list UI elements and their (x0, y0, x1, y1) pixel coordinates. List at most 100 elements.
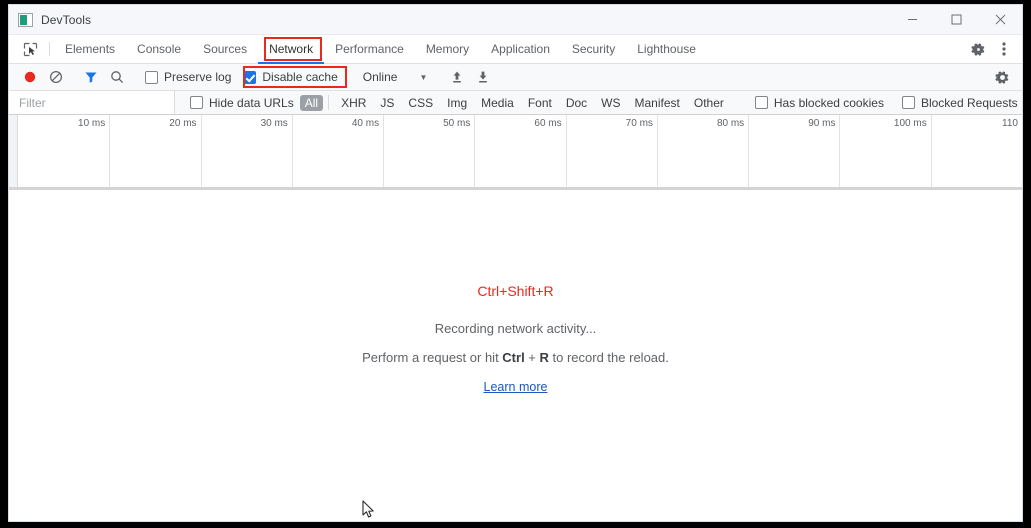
filter-divider (328, 95, 330, 110)
close-icon[interactable] (978, 5, 1022, 35)
tab-lighthouse[interactable]: Lighthouse (626, 35, 707, 63)
tab-console[interactable]: Console (126, 35, 192, 63)
filter-type-font[interactable]: Font (521, 95, 559, 111)
network-timeline-overview[interactable]: 10 ms 20 ms 30 ms 40 ms 50 ms 60 ms 70 ms 80 ms… (9, 115, 1022, 190)
checkbox-box (190, 96, 203, 109)
devtools-window: DevTools Elements Console Sources Networ… (8, 4, 1023, 522)
checkbox-box (145, 70, 158, 84)
tab-bar-actions (966, 35, 1022, 63)
hide-data-urls-checkbox[interactable]: Hide data URLs (184, 92, 300, 114)
tab-network[interactable]: Network (258, 35, 325, 64)
tab-performance[interactable]: Performance (324, 35, 415, 63)
filter-type-css[interactable]: CSS (401, 95, 440, 111)
empty-state-message: Ctrl+Shift+R Recording network activity.… (9, 283, 1022, 396)
disable-cache-checkbox[interactable]: Disable cache (237, 66, 343, 88)
filter-type-manifest[interactable]: Manifest (628, 95, 687, 111)
tab-label: Memory (425, 42, 470, 56)
three-dot-menu-icon[interactable] (992, 37, 1016, 61)
filter-type-doc[interactable]: Doc (559, 95, 594, 111)
import-har-icon[interactable] (444, 66, 470, 88)
export-har-icon[interactable] (470, 66, 496, 88)
filter-type-img[interactable]: Img (440, 95, 474, 111)
search-icon[interactable] (104, 66, 130, 88)
timeline-tick-label: 70 ms (625, 118, 653, 129)
perform-key-r: R (539, 350, 549, 365)
filter-type-other[interactable]: Other (687, 95, 731, 111)
tab-label: Console (137, 42, 182, 56)
timeline-divider (474, 115, 476, 187)
filter-type-all[interactable]: All (299, 94, 324, 111)
timeline-tick-label: 20 ms (169, 118, 197, 129)
has-blocked-cookies-checkbox[interactable]: Has blocked cookies (749, 92, 890, 114)
tab-label: Elements (65, 42, 116, 56)
record-button-icon[interactable] (17, 66, 43, 88)
timeline-tick-label: 60 ms (534, 118, 562, 129)
network-filter-bar: Hide data URLs All XHR JS CSS Img Media … (9, 91, 1022, 115)
perform-plus: + (524, 350, 540, 365)
window-title: DevTools (41, 12, 92, 27)
timeline-left-gutter (9, 115, 18, 187)
learn-more-link[interactable]: Learn more (484, 380, 548, 394)
clear-icon[interactable] (43, 66, 69, 88)
request-list-empty-state: Ctrl+Shift+R Recording network activity.… (9, 190, 1022, 521)
filter-type-media[interactable]: Media (474, 95, 521, 111)
perform-request-hint: Perform a request or hit Ctrl + R to rec… (9, 350, 1022, 365)
timeline-tick-label: 50 ms (443, 118, 471, 129)
preserve-log-checkbox[interactable]: Preserve log (139, 66, 237, 88)
has-blocked-cookies-label: Has blocked cookies (773, 95, 884, 110)
resource-type-filters: All XHR JS CSS Img Media Font Doc WS Man… (299, 94, 731, 111)
timeline-divider (109, 115, 111, 187)
tab-sources[interactable]: Sources (192, 35, 258, 63)
timeline-tick-label: 40 ms (351, 118, 380, 129)
timeline-divider (291, 115, 293, 187)
filter-type-xhr[interactable]: XHR (334, 95, 373, 111)
window-controls (890, 5, 1022, 35)
preserve-log-label: Preserve log (164, 70, 232, 84)
tab-label: Security (571, 42, 616, 56)
filter-type-ws[interactable]: WS (594, 95, 627, 111)
mouse-pointer-icon (362, 500, 376, 520)
blocked-requests-checkbox[interactable]: Blocked Requests (896, 92, 1022, 114)
timeline-tick-label: 80 ms (716, 118, 745, 129)
tab-application[interactable]: Application (480, 35, 561, 63)
perform-key-ctrl: Ctrl (502, 350, 525, 365)
tab-memory[interactable]: Memory (415, 35, 480, 63)
filter-funnel-icon[interactable] (78, 66, 104, 88)
shortcut-hint: Ctrl+Shift+R (477, 283, 554, 299)
checkbox-box (901, 96, 915, 109)
inspect-element-icon[interactable] (15, 35, 45, 63)
timeline-tick-label: 90 ms (808, 118, 836, 129)
timeline-divider (656, 115, 658, 187)
title-bar: DevTools (9, 5, 1022, 35)
tab-label: Performance (335, 42, 404, 56)
timeline-divider (748, 115, 750, 187)
network-toolbar: Preserve log Disable cache Online ▼ (9, 64, 1022, 91)
perform-prefix: Perform a request or hit (362, 350, 503, 365)
disable-cache-label: Disable cache (262, 70, 338, 84)
title-bar-left: DevTools (9, 12, 890, 27)
filter-type-js[interactable]: JS (373, 95, 401, 111)
timeline-tick-label: 100 ms (893, 118, 927, 129)
tab-elements[interactable]: Elements (54, 35, 126, 63)
timeline-tick-label: 30 ms (260, 118, 288, 129)
minimize-icon[interactable] (890, 5, 934, 35)
tab-security[interactable]: Security (561, 35, 626, 63)
checkbox-box (243, 70, 257, 84)
gear-icon[interactable] (989, 66, 1015, 88)
devtools-tab-bar: Elements Console Sources Network Perform… (9, 35, 1022, 64)
recording-status: Recording network activity... (434, 321, 597, 336)
gear-icon[interactable] (966, 37, 990, 61)
tab-label: Sources (203, 42, 248, 56)
timeline-divider (839, 115, 841, 187)
throttle-dropdown[interactable]: Online ▼ (353, 66, 436, 88)
perform-suffix: to record the reload. (548, 350, 669, 365)
checkbox-box (754, 96, 768, 109)
tab-label: Application (491, 42, 550, 56)
devtools-icon (18, 12, 33, 27)
tab-label: Network (269, 42, 314, 56)
timeline-divider (930, 115, 932, 187)
toolbar-right-actions (989, 66, 1022, 88)
filter-input[interactable] (9, 91, 175, 114)
maximize-icon[interactable] (934, 5, 978, 35)
tab-bar-divider (49, 42, 50, 56)
